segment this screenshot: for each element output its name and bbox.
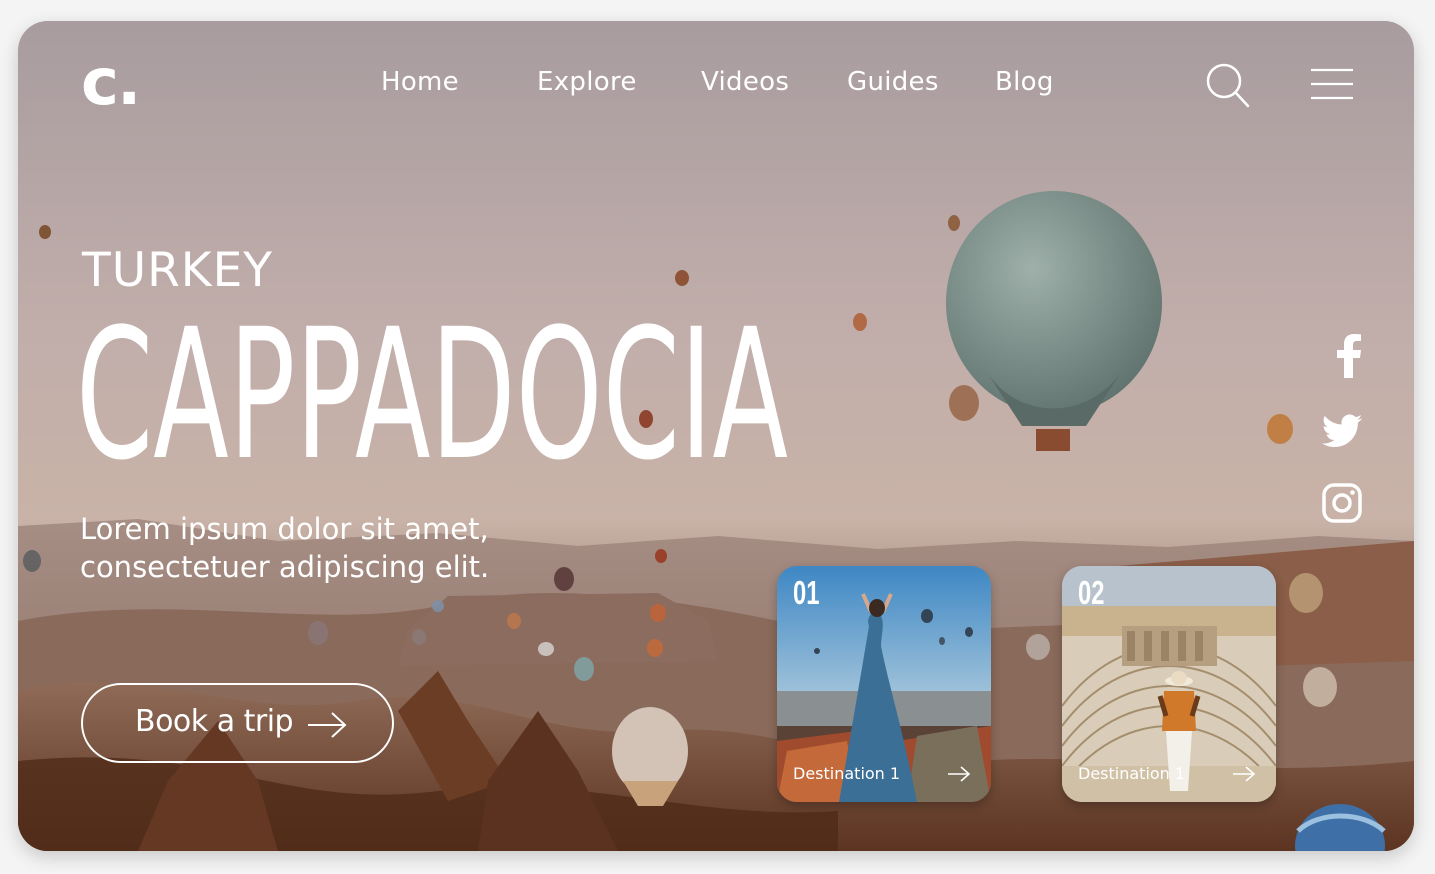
destination-1-label: Destination 1: [793, 764, 901, 783]
instagram-icon[interactable]: [1322, 483, 1362, 528]
brand-logo[interactable]: c.: [81, 51, 141, 115]
destination-2-number: 02: [1078, 574, 1105, 611]
nav-guides[interactable]: Guides: [847, 67, 939, 97]
nav-videos[interactable]: Videos: [701, 67, 789, 97]
twitter-icon[interactable]: [1322, 414, 1362, 453]
nav-home[interactable]: Home: [381, 67, 459, 97]
hero-title-text: CAPPADOCIA: [76, 313, 788, 473]
book-trip-label: Book a trip: [135, 704, 294, 739]
hero-lead: Lorem ipsum dolor sit amet, consectetuer…: [80, 510, 600, 586]
hero-lead-line2: consectetuer adipiscing elit.: [80, 550, 490, 584]
search-icon[interactable]: [1204, 61, 1254, 111]
nav-blog[interactable]: Blog: [995, 67, 1054, 97]
book-trip-button[interactable]: Book a trip: [81, 683, 394, 763]
hero-lead-line1: Lorem ipsum dolor sit amet,: [80, 512, 489, 546]
hero-eyebrow: TURKEY: [82, 243, 273, 298]
destination-card-2[interactable]: 02 Destination 1: [1062, 566, 1276, 802]
nav-explore[interactable]: Explore: [537, 67, 637, 97]
arrow-right-icon: [307, 711, 347, 744]
hero-title: CAPPADOCIA: [76, 313, 788, 473]
facebook-icon[interactable]: [1336, 334, 1362, 383]
hamburger-menu-icon[interactable]: [1310, 67, 1354, 103]
destination-card-1[interactable]: 01 Destination 1: [777, 566, 991, 802]
arrow-right-icon: [1232, 766, 1256, 787]
destination-2-label: Destination 1: [1078, 764, 1186, 783]
destination-1-number: 01: [793, 574, 820, 611]
hero-card: c. Home Explore Videos Guides Blog TURKE…: [18, 21, 1414, 851]
arrow-right-icon: [947, 766, 971, 787]
